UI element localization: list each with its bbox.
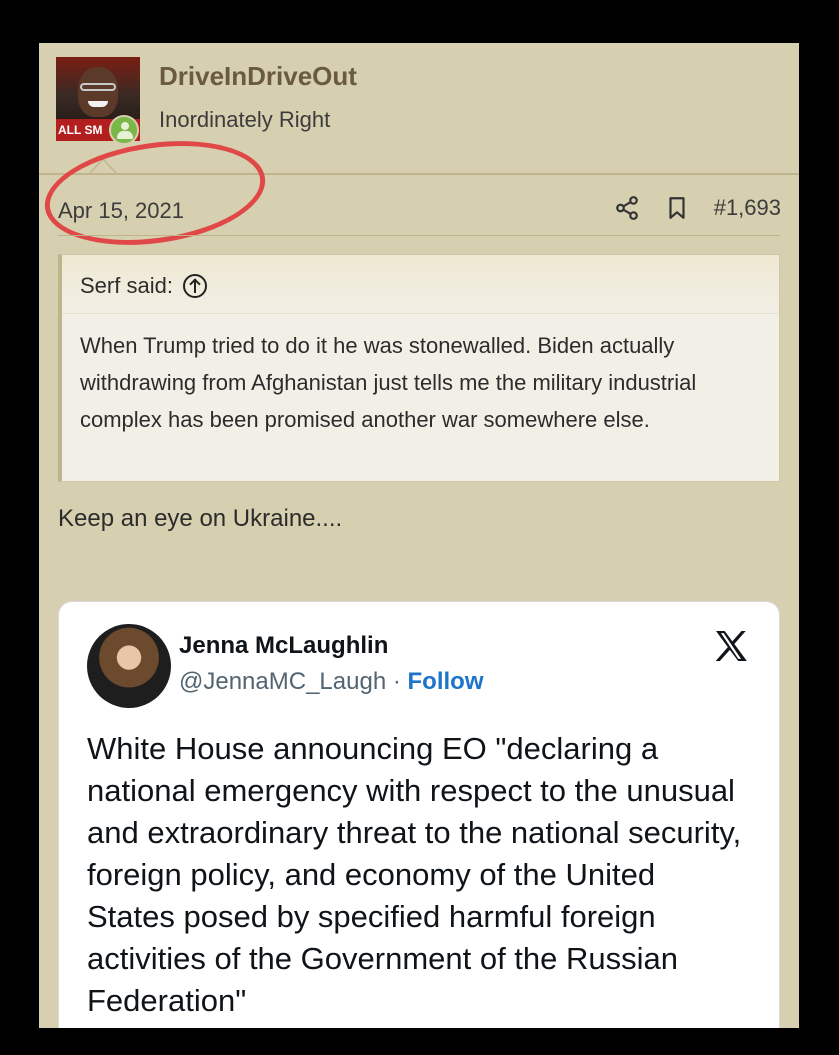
expand-quote-icon[interactable] (182, 274, 207, 298)
tweet-author-name[interactable]: Jenna McLaughlin (179, 632, 388, 660)
tweet-author-handle-line: @JennaMC_Laugh · Follow (179, 668, 483, 696)
tweet-handle[interactable]: @JennaMC_Laugh (179, 668, 386, 695)
post-actions: #1,693 (614, 195, 781, 221)
red-annotation-circle (39, 128, 272, 258)
avatar-smile (88, 101, 108, 107)
quote-text: When Trump tried to do it he was stonewa… (80, 333, 697, 432)
share-icon[interactable] (614, 195, 640, 221)
online-status-icon (109, 115, 139, 145)
post-date[interactable]: Apr 15, 2021 (58, 198, 184, 224)
quote-block: Serf said: When Trump tried to do it he … (58, 254, 780, 482)
date-divider (58, 235, 780, 236)
post-number-link[interactable]: #1,693 (714, 195, 781, 221)
embedded-tweet[interactable]: Jenna McLaughlin @JennaMC_Laugh · Follow… (58, 601, 780, 1028)
post-panel: ALL SM DriveInDriveOut Inordinately Righ… (39, 43, 799, 1028)
quote-title[interactable]: Serf said: (80, 273, 207, 299)
tweet-text: White House announcing EO "declaring a n… (87, 731, 742, 1018)
follow-button[interactable]: Follow (408, 668, 484, 695)
post-body-text: Keep an eye on Ukraine.... (58, 505, 343, 532)
tweet-separator: · (386, 668, 408, 695)
tweet-author-avatar[interactable] (87, 624, 171, 708)
quote-author[interactable]: Serf said: (80, 273, 173, 299)
x-logo-icon[interactable] (711, 626, 751, 666)
bookmark-icon[interactable] (664, 195, 690, 221)
avatar-glasses (80, 83, 116, 91)
avatar-face (78, 67, 118, 117)
user-title: Inordinately Right (159, 107, 331, 132)
username-link[interactable]: DriveInDriveOut (159, 61, 357, 92)
